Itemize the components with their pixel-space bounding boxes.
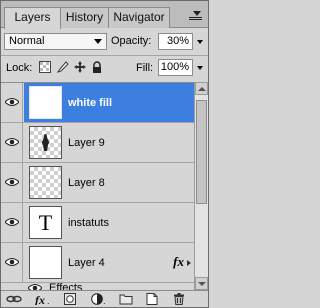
lock-label: Lock:: [6, 62, 33, 74]
layer-row-instatuts[interactable]: T instatuts: [1, 203, 194, 243]
eye-icon: [5, 258, 19, 266]
layer-body[interactable]: T instatuts: [24, 203, 194, 242]
link-layers-icon[interactable]: [6, 293, 22, 305]
chevron-down-icon: [94, 39, 102, 44]
effects-label: Effects: [49, 282, 83, 290]
panel-menu-icon[interactable]: [189, 11, 203, 21]
opacity-input[interactable]: 30%: [158, 33, 193, 50]
lock-transparent-pixels-icon[interactable]: [39, 61, 51, 73]
tab-history[interactable]: History: [60, 7, 109, 28]
fill-input[interactable]: 100%: [158, 59, 193, 76]
lock-position-icon[interactable]: [74, 61, 86, 73]
layer-body[interactable]: Layer 4 fx: [24, 243, 194, 282]
visibility-toggle[interactable]: [1, 243, 23, 282]
opacity-slider-arrow-icon[interactable]: [197, 40, 203, 44]
layer-name: Layer 8: [68, 177, 105, 189]
layer-row-layer-4[interactable]: Layer 4 fx: [1, 243, 194, 283]
lock-image-pixels-icon[interactable]: [57, 61, 69, 73]
svg-text:.: .: [103, 296, 106, 305]
layer-name: Layer 9: [68, 137, 105, 149]
new-group-icon[interactable]: [119, 293, 133, 305]
arrow-up-icon: [198, 87, 206, 91]
new-adjustment-layer-icon[interactable]: .: [91, 293, 107, 305]
fill-label: Fill:: [136, 62, 154, 74]
add-layer-mask-icon[interactable]: [64, 293, 76, 305]
layers-bottom-toolbar: fx . .: [1, 290, 208, 307]
scroll-down-button[interactable]: [195, 277, 208, 290]
eye-icon: [5, 178, 19, 186]
eye-icon: [5, 98, 19, 106]
text-layer-thumbnail-icon: T: [29, 206, 62, 239]
delete-layer-icon[interactable]: [173, 293, 185, 305]
new-layer-icon[interactable]: [146, 293, 158, 305]
svg-text:fx: fx: [35, 293, 45, 305]
layer-row-white-fill[interactable]: white fill: [1, 83, 194, 123]
blend-mode-value: Normal: [9, 35, 45, 47]
layer-row-layer-8[interactable]: Layer 8: [1, 163, 194, 203]
eye-icon: [5, 218, 19, 226]
layer-effects-badge[interactable]: fx: [173, 254, 184, 270]
scroll-up-button[interactable]: [195, 82, 208, 95]
arrow-down-icon: [198, 282, 206, 286]
effects-row[interactable]: Effects: [1, 282, 194, 290]
layers-list: white fill Layer 9 Layer 8 T instatuts L…: [1, 82, 194, 290]
layer-row-layer-9[interactable]: Layer 9: [1, 123, 194, 163]
layer-body[interactable]: Layer 9: [24, 123, 194, 162]
layers-scrollbar[interactable]: [194, 82, 208, 290]
layer-thumbnail: [29, 246, 62, 279]
lock-all-icon[interactable]: [91, 61, 103, 73]
layer-thumbnail: [29, 126, 62, 159]
layer-name: white fill: [68, 97, 112, 109]
scroll-thumb[interactable]: [196, 100, 207, 204]
divider: [1, 55, 208, 56]
layer-thumbnail: [29, 166, 62, 199]
svg-text:.: .: [47, 296, 50, 305]
blend-mode-select[interactable]: Normal: [4, 33, 107, 50]
layer-body[interactable]: Layer 8: [24, 163, 194, 202]
panel-tab-bar: Layers History Navigator: [1, 1, 208, 29]
layer-body[interactable]: white fill: [24, 83, 194, 122]
eye-icon: [5, 138, 19, 146]
layer-thumbnail: [29, 86, 62, 119]
visibility-toggle[interactable]: [1, 83, 23, 122]
visibility-toggle[interactable]: [1, 163, 23, 202]
figure-thumbnail-icon: [42, 134, 49, 151]
layer-name: instatuts: [68, 217, 109, 229]
opacity-label: Opacity:: [111, 35, 152, 47]
tab-layers[interactable]: Layers: [4, 7, 61, 29]
tab-navigator[interactable]: Navigator: [108, 7, 170, 28]
visibility-toggle[interactable]: [1, 203, 23, 242]
fill-slider-arrow-icon[interactable]: [197, 66, 203, 70]
layer-name: Layer 4: [68, 257, 105, 269]
visibility-toggle[interactable]: [1, 123, 23, 162]
expand-effects-arrow-icon[interactable]: [187, 260, 191, 266]
layers-panel: Layers History Navigator Normal Opacity:…: [0, 0, 209, 308]
add-layer-style-icon[interactable]: fx .: [34, 293, 52, 305]
